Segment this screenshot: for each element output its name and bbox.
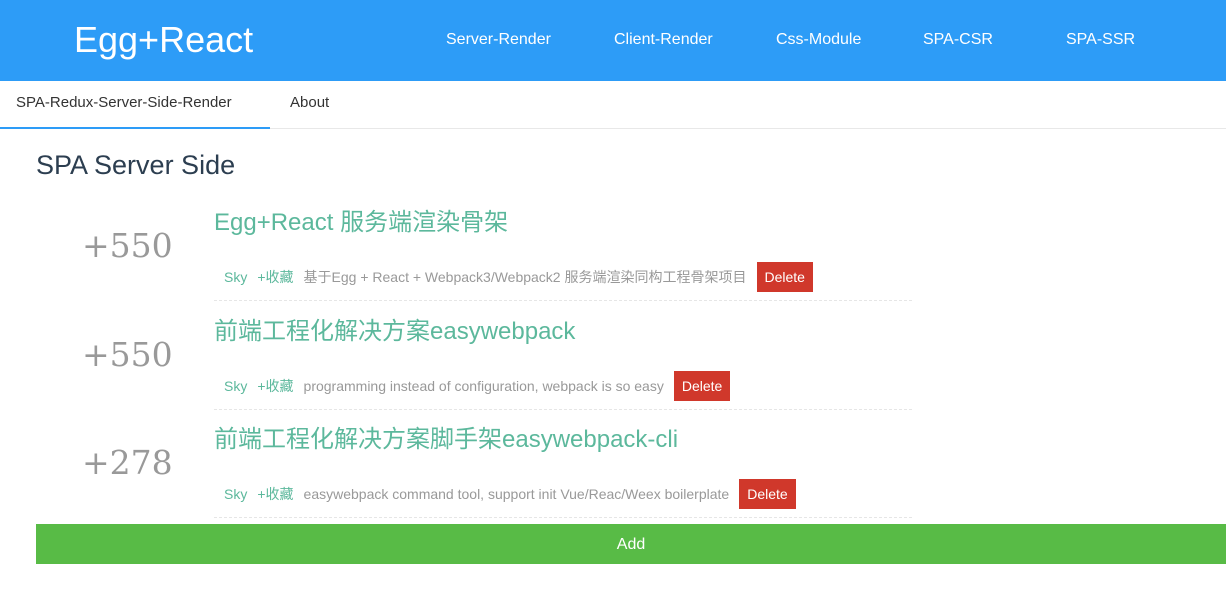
author-link[interactable]: Sky	[224, 486, 247, 502]
logo[interactable]: Egg+React	[74, 18, 253, 62]
delete-button[interactable]: Delete	[756, 262, 813, 292]
item-divider	[214, 409, 912, 410]
list-item: +278 前端工程化解决方案脚手架easywebpack-cli Sky +收藏…	[0, 423, 1226, 531]
nav-link-spa-csr[interactable]: SPA-CSR	[923, 30, 993, 50]
nav-link-server-render[interactable]: Server-Render	[446, 30, 551, 50]
score-label: +278	[82, 443, 173, 482]
top-header: Egg+React Server-Render Client-Render Cs…	[0, 0, 1226, 81]
nav-link-spa-ssr[interactable]: SPA-SSR	[1066, 30, 1135, 50]
author-link[interactable]: Sky	[224, 378, 247, 394]
list-item: +550 Egg+React 服务端渲染骨架 Sky +收藏 基于Egg + R…	[0, 206, 1226, 314]
tab-bar: SPA-Redux-Server-Side-Render About	[0, 81, 1226, 129]
page-title: SPA Server Side	[36, 150, 236, 180]
score-label: +550	[82, 335, 173, 374]
article-meta: Sky +收藏 programming instead of configura…	[224, 371, 731, 401]
article-title-link[interactable]: 前端工程化解决方案脚手架easywebpack-cli	[214, 425, 678, 455]
article-summary: easywebpack command tool, support init V…	[303, 486, 730, 502]
add-button[interactable]: Add	[36, 524, 1226, 564]
nav-link-css-module[interactable]: Css-Module	[776, 30, 861, 50]
item-divider	[214, 517, 912, 518]
item-divider	[214, 300, 912, 301]
article-meta: Sky +收藏 基于Egg + React + Webpack3/Webpack…	[224, 262, 813, 292]
favorite-link[interactable]: +收藏	[257, 267, 293, 287]
article-summary: 基于Egg + React + Webpack3/Webpack2 服务端渲染同…	[303, 269, 747, 285]
delete-button[interactable]: Delete	[673, 371, 731, 401]
nav-link-client-render[interactable]: Client-Render	[614, 30, 713, 50]
article-title-link[interactable]: 前端工程化解决方案easywebpack	[214, 317, 575, 347]
tab-spa-redux-server-side-render[interactable]: SPA-Redux-Server-Side-Render	[0, 81, 270, 129]
score-label: +550	[82, 226, 173, 265]
article-title-link[interactable]: Egg+React 服务端渲染骨架	[214, 208, 508, 238]
author-link[interactable]: Sky	[224, 269, 247, 285]
favorite-link[interactable]: +收藏	[257, 376, 293, 396]
list-item: +550 前端工程化解决方案easywebpack Sky +收藏 progra…	[0, 315, 1226, 423]
delete-button[interactable]: Delete	[739, 479, 796, 509]
article-meta: Sky +收藏 easywebpack command tool, suppor…	[224, 479, 796, 509]
tab-about[interactable]: About	[290, 81, 329, 129]
article-summary: programming instead of configuration, we…	[303, 378, 664, 394]
favorite-link[interactable]: +收藏	[257, 484, 293, 504]
